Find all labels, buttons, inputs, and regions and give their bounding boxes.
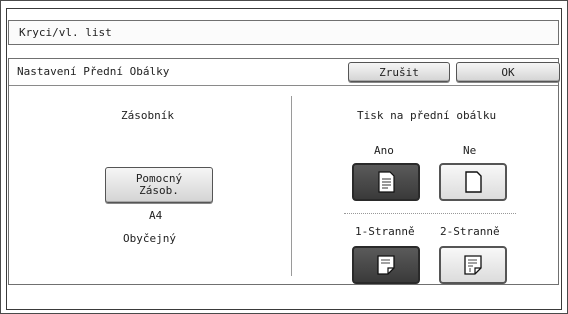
ok-button[interactable]: OK bbox=[456, 62, 560, 82]
panel-header: Nastavení Přední Obálky Zrušit OK bbox=[9, 59, 560, 86]
window-title-bar: Kryci/vl. list bbox=[8, 20, 559, 45]
two-sided-page-icon bbox=[464, 255, 482, 275]
one-sided-label: 1-Stranně bbox=[355, 225, 415, 238]
paper-type: Obyčejný bbox=[123, 232, 176, 245]
cover-settings-panel: Nastavení Přední Obálky Zrušit OK Zásobn… bbox=[8, 58, 560, 285]
column-divider bbox=[291, 96, 292, 276]
paper-size: A4 bbox=[149, 209, 163, 222]
options-separator bbox=[344, 213, 516, 214]
no-label: Ne bbox=[463, 144, 477, 157]
panel-title: Nastavení Přední Obálky bbox=[17, 65, 170, 78]
print-heading: Tisk na přední obálku bbox=[357, 109, 497, 122]
print-no-button[interactable] bbox=[439, 163, 507, 201]
two-sided-button[interactable] bbox=[439, 246, 507, 284]
tray-button-line2: Zásob. bbox=[139, 184, 179, 197]
one-sided-button[interactable] bbox=[352, 246, 420, 284]
blank-page-icon bbox=[465, 171, 482, 193]
printed-page-icon bbox=[378, 171, 395, 193]
bypass-tray-button[interactable]: Pomocný Zásob. bbox=[105, 167, 213, 203]
tray-heading: Zásobník bbox=[121, 109, 174, 122]
yes-label: Ano bbox=[374, 144, 394, 157]
one-sided-page-icon bbox=[377, 255, 395, 275]
two-sided-label: 2-Stranně bbox=[440, 225, 500, 238]
window-title: Kryci/vl. list bbox=[19, 26, 112, 39]
print-yes-button[interactable] bbox=[352, 163, 420, 201]
cancel-button[interactable]: Zrušit bbox=[348, 62, 450, 82]
